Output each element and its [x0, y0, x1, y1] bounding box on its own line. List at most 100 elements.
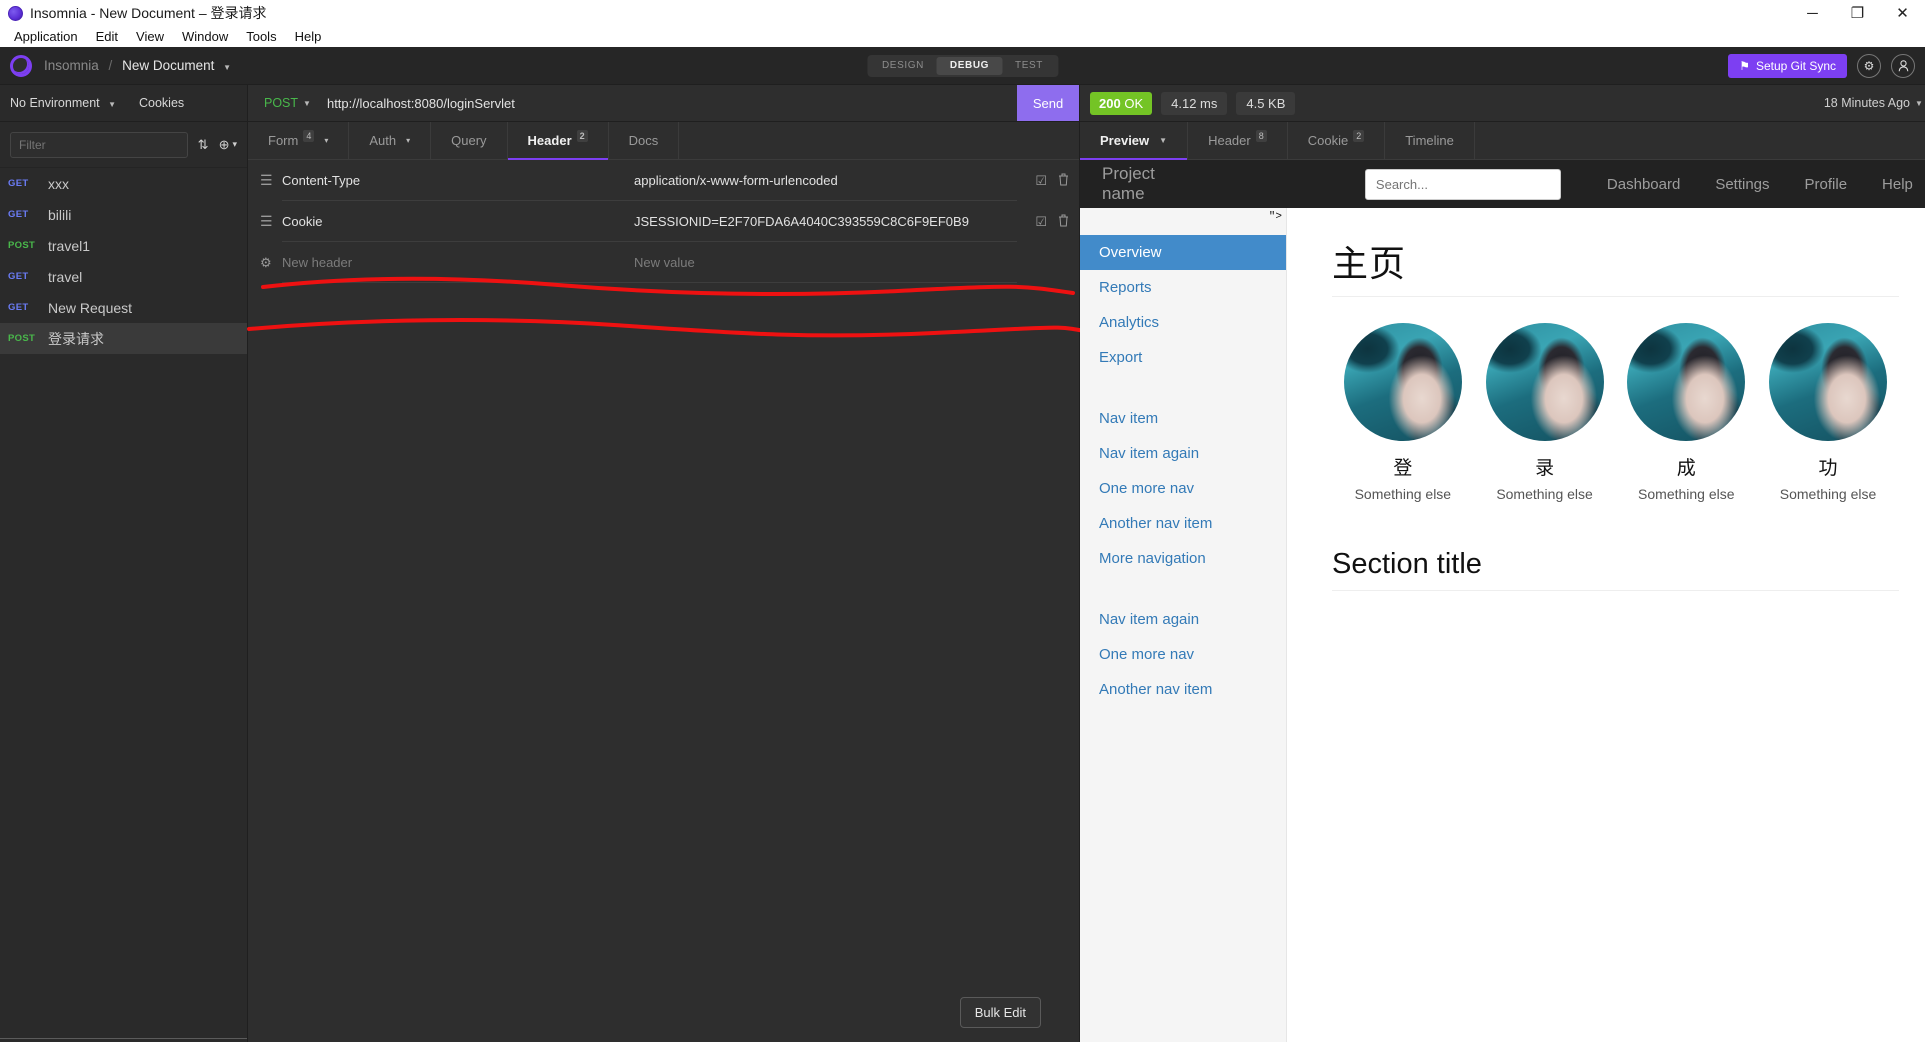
plus-icon: ⊕ — [218, 136, 230, 152]
chevron-down-icon: ▾ — [406, 136, 411, 145]
request-name: bilili — [48, 206, 72, 223]
mode-debug[interactable]: DEBUG — [936, 56, 1003, 75]
response-preview: Project name Dashboard Settings Profile … — [1080, 160, 1925, 1042]
new-header-value-input[interactable]: New value — [634, 242, 1017, 283]
sort-icon[interactable]: ⇅ — [198, 137, 209, 153]
response-history-dropdown[interactable]: 18 Minutes Ago ▼ — [1824, 96, 1923, 110]
sidenav-item-overview[interactable]: Overview — [1080, 235, 1286, 270]
menu-application[interactable]: Application — [5, 27, 87, 46]
request-item-login[interactable]: POST 登录请求 — [0, 323, 247, 354]
maximize-button[interactable]: ❐ — [1835, 0, 1880, 26]
filter-input[interactable] — [10, 131, 188, 158]
header-name-cell[interactable]: Content-Type — [282, 160, 634, 201]
app-header: Insomnia / New Document ▼ DESIGN DEBUG T… — [0, 47, 1925, 85]
tab-timeline[interactable]: Timeline — [1385, 122, 1475, 159]
new-header-name-input[interactable]: New header — [282, 242, 634, 283]
delete-icon[interactable] — [1058, 173, 1069, 189]
method-selector[interactable]: POST ▼ — [248, 96, 317, 110]
preview-link-settings[interactable]: Settings — [1715, 176, 1769, 193]
response-time[interactable]: 4.12 ms — [1161, 91, 1228, 115]
page-title: 主页 — [1332, 235, 1899, 297]
close-button[interactable]: ✕ — [1880, 0, 1925, 26]
sidenav-item-analytics[interactable]: Analytics — [1080, 305, 1286, 340]
tab-docs[interactable]: Docs — [609, 122, 680, 159]
preview-link-profile[interactable]: Profile — [1805, 176, 1848, 193]
sidenav-item-more-navigation[interactable]: More navigation — [1080, 541, 1286, 576]
menu-window[interactable]: Window — [173, 27, 237, 46]
environment-selector[interactable]: No Environment ▼ — [0, 96, 139, 110]
sidenav-item-one-more-nav-2[interactable]: One more nav — [1080, 637, 1286, 672]
request-item-new-request[interactable]: GET New Request — [0, 292, 247, 323]
sidenav-item-export[interactable]: Export — [1080, 340, 1286, 375]
tab-header-label: Header — [527, 133, 572, 148]
sidenav-item-reports[interactable]: Reports — [1080, 270, 1286, 305]
status-badge[interactable]: 200 OK — [1090, 91, 1153, 115]
request-method: GET — [8, 271, 29, 282]
preview-search-input[interactable] — [1364, 168, 1561, 200]
sidenav-item-nav-item-again-2[interactable]: Nav item again — [1080, 602, 1286, 637]
sidenav-item-another-nav-item-2[interactable]: Another nav item — [1080, 672, 1286, 707]
menu-tools[interactable]: Tools — [237, 27, 285, 46]
sidenav-item-nav-item[interactable]: Nav item — [1080, 401, 1286, 436]
request-method: POST — [8, 240, 36, 251]
new-header-placeholder: New header — [282, 254, 353, 270]
bulk-edit-button[interactable]: Bulk Edit — [959, 997, 1041, 1028]
tab-response-cookie[interactable]: Cookie 2 — [1288, 122, 1386, 159]
account-icon[interactable] — [1891, 53, 1915, 78]
preview-nav-links: Dashboard Settings Profile Help — [1607, 176, 1913, 193]
setup-git-sync-button[interactable]: ⚑ Setup Git Sync — [1728, 53, 1847, 78]
sidenav-item-another-nav-item[interactable]: Another nav item — [1080, 506, 1286, 541]
header-name-cell[interactable]: Cookie — [282, 201, 634, 242]
minimize-button[interactable]: ─ — [1790, 0, 1835, 26]
tab-form[interactable]: Form 4 ▾ — [248, 122, 350, 159]
response-size[interactable]: 4.5 KB — [1236, 91, 1296, 115]
chevron-down-icon[interactable]: ▼ — [223, 63, 231, 72]
request-item-bilili[interactable]: GET bilili — [0, 199, 247, 230]
header-value-cell[interactable]: application/x-www-form-urlencoded — [634, 160, 1017, 201]
sidebar-resize-handle[interactable] — [0, 1038, 247, 1042]
drag-handle-icon[interactable]: ☰ — [260, 213, 282, 230]
sidenav-item-nav-item-again[interactable]: Nav item again — [1080, 436, 1286, 471]
tab-header[interactable]: Header 2 — [507, 122, 609, 160]
mode-design[interactable]: DESIGN — [869, 57, 937, 75]
request-item-xxx[interactable]: GET xxx — [0, 168, 247, 199]
add-request-button[interactable]: ⊕ ▾ — [219, 137, 237, 153]
app-header-actions: ⚑ Setup Git Sync ⚙ — [1728, 53, 1915, 78]
send-button[interactable]: Send — [1017, 85, 1079, 121]
drag-handle-icon[interactable]: ☰ — [260, 172, 282, 189]
cookies-button[interactable]: Cookies — [139, 96, 247, 110]
breadcrumb-app[interactable]: Insomnia — [44, 58, 99, 73]
request-name: 登录请求 — [48, 330, 104, 347]
menu-edit[interactable]: Edit — [87, 27, 127, 46]
sidenav-item-one-more-nav[interactable]: One more nav — [1080, 471, 1286, 506]
gear-icon[interactable]: ⚙ — [260, 255, 282, 271]
header-value-cell[interactable]: JSESSIONID=E2F70FDA6A4040C393559C8C6F9EF… — [634, 201, 1017, 242]
url-input[interactable]: http://localhost:8080/loginServlet — [317, 96, 1017, 111]
preview-link-dashboard[interactable]: Dashboard — [1607, 176, 1680, 193]
request-list: GET xxx GET bilili POST travel1 GET trav… — [0, 168, 247, 1038]
enable-checkbox-icon[interactable]: ☑ — [1035, 173, 1047, 189]
delete-icon[interactable] — [1058, 214, 1069, 230]
breadcrumb-document[interactable]: New Document — [122, 58, 214, 73]
tab-response-header[interactable]: Header 8 — [1188, 122, 1288, 159]
enable-checkbox-icon[interactable]: ☑ — [1035, 214, 1047, 230]
avatar — [1485, 323, 1604, 441]
request-item-travel[interactable]: GET travel — [0, 261, 247, 292]
preview-link-help[interactable]: Help — [1882, 176, 1913, 193]
tab-preview[interactable]: Preview ▼ — [1080, 122, 1189, 160]
preview-brand[interactable]: Project name — [1102, 164, 1155, 204]
mode-test[interactable]: TEST — [1002, 57, 1056, 75]
setup-git-sync-label: Setup Git Sync — [1755, 58, 1836, 73]
request-item-travel1[interactable]: POST travel1 — [0, 230, 247, 261]
request-method: POST — [8, 333, 36, 344]
response-status-bar: 200 OK 4.12 ms 4.5 KB 18 Minutes Ago ▼ — [1080, 85, 1925, 122]
gear-icon[interactable]: ⚙ — [1857, 53, 1881, 78]
tab-response-cookie-badge: 2 — [1353, 129, 1365, 142]
tab-auth[interactable]: Auth ▾ — [349, 122, 432, 159]
preview-navbar: Project name Dashboard Settings Profile … — [1080, 160, 1925, 208]
menu-view[interactable]: View — [127, 27, 173, 46]
header-name: Content-Type — [282, 172, 361, 188]
menu-help[interactable]: Help — [286, 27, 331, 46]
request-method: GET — [8, 302, 29, 313]
tab-query[interactable]: Query — [431, 122, 508, 159]
